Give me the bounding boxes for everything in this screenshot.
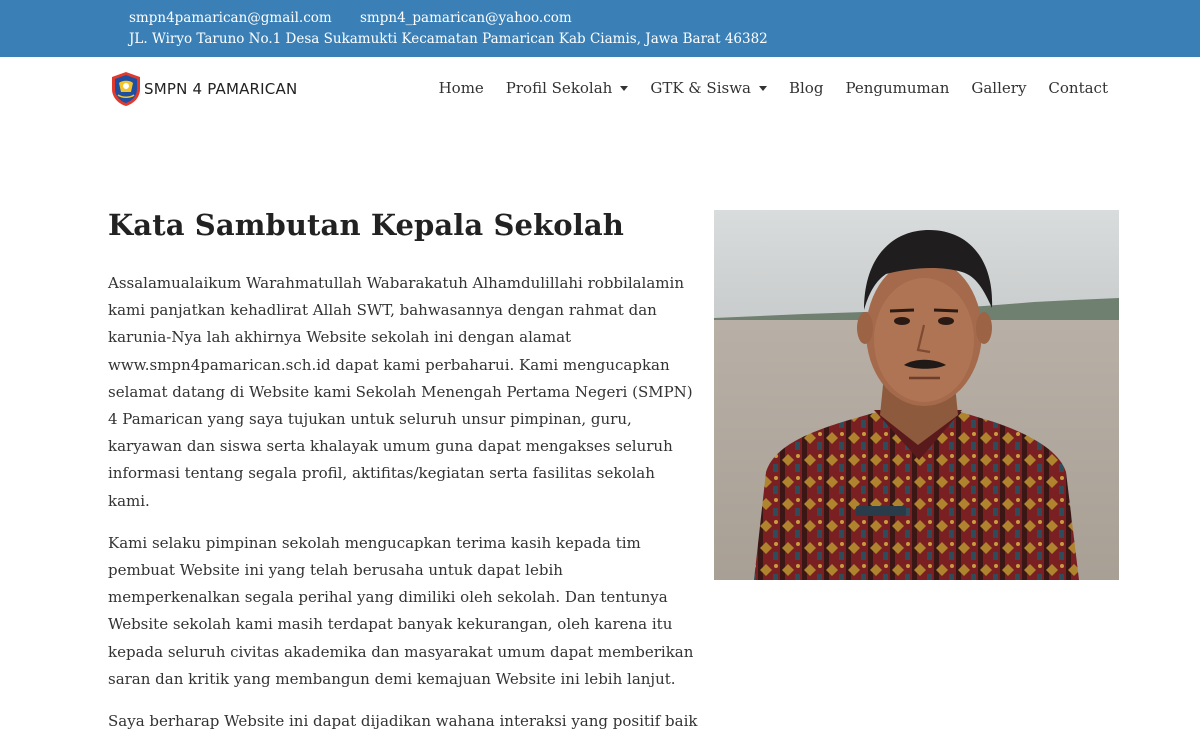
brand-link[interactable]: SMPN 4 PAMARICAN [109, 70, 297, 108]
nav-profil-sekolah[interactable]: Profil Sekolah [506, 79, 629, 97]
school-logo-icon [112, 72, 140, 106]
chevron-down-icon [758, 85, 767, 91]
school-address: JL. Wiryo Taruno No.1 Desa Sukamukti Kec… [129, 31, 768, 47]
main-navbar: SMPN 4 PAMARICAN Home Profil Sekolah GTK… [0, 57, 1200, 121]
top-contact-bar: smpn4pamarican@gmail.com smpn4_pamarican… [0, 0, 1200, 57]
nav-menu: Home Profil Sekolah GTK & Siswa Blog Pen… [417, 79, 1108, 97]
nav-blog[interactable]: Blog [789, 79, 823, 97]
email-primary[interactable]: smpn4pamarican@gmail.com [129, 10, 332, 26]
page-title: Kata Sambutan Kepala Sekolah [108, 208, 624, 242]
nav-gallery[interactable]: Gallery [971, 79, 1026, 97]
brand-name: SMPN 4 PAMARICAN [144, 80, 298, 98]
paragraph: Assalamualaikum Warahmatullah Wabarakatu… [108, 274, 693, 510]
chevron-down-icon [620, 85, 629, 91]
welcome-text: Assalamualaikum Warahmatullah Wabarakatu… [108, 270, 698, 750]
nav-contact-label: Contact [1048, 79, 1108, 97]
nav-home[interactable]: Home [439, 79, 484, 97]
nav-gallery-label: Gallery [971, 79, 1027, 97]
nav-gtk-label: GTK & Siswa [650, 79, 751, 97]
paragraph: Saya berharap Website ini dapat dijadika… [108, 712, 698, 731]
nav-pengumuman[interactable]: Pengumuman [845, 79, 949, 97]
nav-gtk-siswa[interactable]: GTK & Siswa [650, 79, 767, 97]
principal-photo [714, 210, 1119, 580]
nav-profil-label: Profil Sekolah [505, 79, 613, 97]
email-secondary[interactable]: smpn4_pamarican@yahoo.com [360, 10, 572, 26]
nav-contact[interactable]: Contact [1048, 79, 1108, 97]
nav-home-label: Home [438, 79, 484, 97]
paragraph: Kami selaku pimpinan sekolah mengucapkan… [108, 533, 694, 688]
nav-blog-label: Blog [788, 79, 824, 97]
nav-pengumuman-label: Pengumuman [845, 79, 950, 97]
